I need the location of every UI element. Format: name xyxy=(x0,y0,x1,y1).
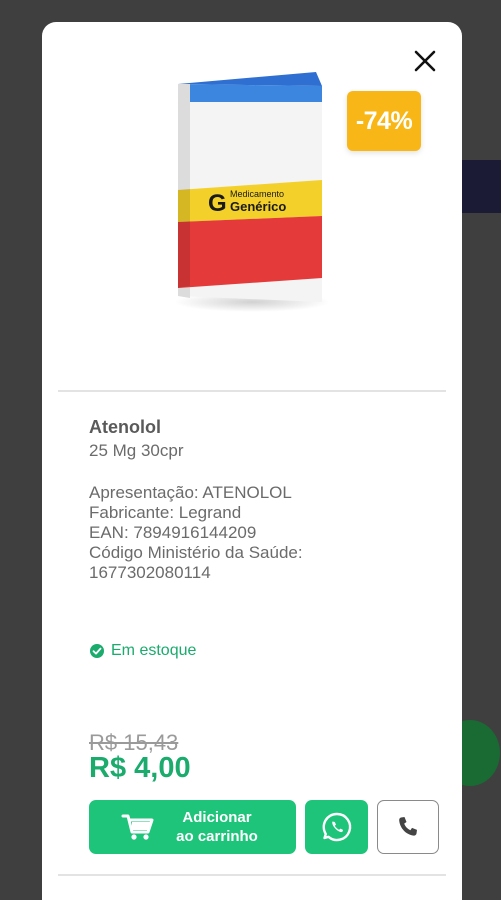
detail-manufacturer: Fabricante: Legrand xyxy=(89,503,242,522)
stock-status-label: Em estoque xyxy=(111,642,197,659)
detail-ean: EAN: 7894916144209 xyxy=(89,523,257,542)
generic-box-label-line1: Medicamento xyxy=(230,189,284,199)
product-modal: G Medicamento Genérico -74% Atenolol 25 … xyxy=(42,22,462,900)
product-details: Apresentação: ATENOLOL Fabricante: Legra… xyxy=(89,483,429,583)
background-navbar xyxy=(460,160,501,213)
phone-icon xyxy=(399,817,417,836)
whatsapp-icon xyxy=(322,812,351,842)
product-dose: 25 Mg 30cpr xyxy=(89,441,184,460)
cart-icon xyxy=(121,812,155,842)
new-price: R$ 4,00 xyxy=(89,752,191,784)
product-name: Atenolol xyxy=(89,417,161,437)
add-to-cart-button[interactable]: Adicionar ao carrinho xyxy=(89,800,296,854)
add-to-cart-label-line1: Adicionar xyxy=(182,809,252,826)
divider xyxy=(58,390,446,392)
generic-box-g-letter: G xyxy=(208,190,227,217)
add-to-cart-label-line2: ao carrinho xyxy=(176,828,258,845)
discount-badge: -74% xyxy=(347,91,421,151)
check-circle-icon xyxy=(89,643,105,659)
close-icon xyxy=(414,50,436,72)
action-buttons: Adicionar ao carrinho xyxy=(89,800,439,854)
divider xyxy=(58,874,446,876)
detail-ministry-code-value: 1677302080114 xyxy=(89,563,211,582)
product-image: G Medicamento Genérico xyxy=(172,62,332,312)
detail-presentation: Apresentação: ATENOLOL xyxy=(89,483,292,502)
stock-status: Em estoque xyxy=(89,642,196,660)
phone-button[interactable] xyxy=(377,800,439,854)
generic-box-label-line2: Genérico xyxy=(230,199,286,214)
product-info: Atenolol 25 Mg 30cpr Apresentação: ATENO… xyxy=(89,417,429,583)
add-to-cart-label: Adicionar ao carrinho xyxy=(167,808,267,846)
whatsapp-button[interactable] xyxy=(305,800,368,854)
detail-ministry-code-label: Código Ministério da Saúde: xyxy=(89,543,303,562)
close-button[interactable] xyxy=(412,48,438,74)
